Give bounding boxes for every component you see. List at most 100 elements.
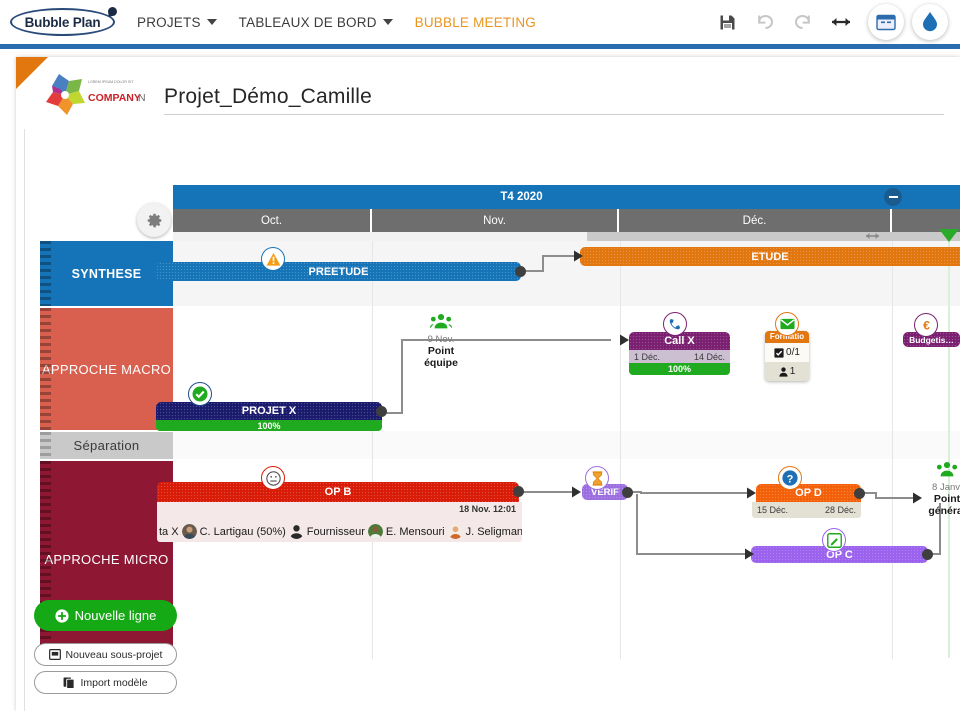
subproject-icon [49, 649, 61, 660]
save-button[interactable] [708, 7, 746, 37]
op-c-status-badge[interactable] [822, 528, 846, 552]
gear-icon [146, 212, 163, 229]
fit-width-button[interactable] [822, 7, 860, 37]
month-header-nov[interactable]: Nov. [372, 209, 619, 232]
nav-item-projets-label: PROJETS [137, 15, 201, 30]
op-b-end-handle[interactable] [513, 486, 524, 497]
plus-circle-icon [55, 609, 69, 623]
nav-item-bubble-meeting[interactable]: BUBBLE MEETING [415, 15, 536, 30]
milestone-point-equipe-date: 9 Nov. [406, 334, 476, 345]
gantt-bar-etude[interactable]: ETUDE [580, 247, 960, 266]
progress-label: 100% [257, 421, 280, 431]
verif-status-badge[interactable] [585, 466, 609, 490]
sidebar-row-separation-label: Séparation [74, 438, 140, 453]
import-template-button[interactable]: Import modèle [34, 671, 177, 694]
euro-icon: € [919, 318, 934, 333]
svg-text:€: € [923, 318, 930, 332]
people-icon [936, 461, 958, 477]
check-circle-icon [192, 386, 208, 402]
formation-status-badge[interactable] [775, 312, 799, 336]
op-c-end-handle[interactable] [922, 549, 933, 560]
nav-item-tableaux-de-bord[interactable]: TABLEAUX DE BORD [239, 15, 393, 30]
participant-name: J. Seligmann [466, 526, 522, 538]
task-card-checklist-value: 0/1 [786, 347, 800, 358]
month-label: Déc. [743, 215, 767, 227]
left-panel-rail [24, 129, 25, 711]
sidebar-row-approche-macro[interactable]: APPROCHE MACRO [40, 308, 173, 430]
task-card-formation[interactable]: Formatio 0/1 1 [765, 331, 809, 381]
sidebar-row-approche-macro-label: APPROCHE MACRO [42, 362, 171, 377]
preetude-status-badge[interactable] [261, 247, 285, 271]
company-logo: LOREM IPSUM DOLOR SIT COMPANY NAME [40, 71, 145, 119]
redo-button[interactable] [784, 7, 822, 37]
gantt-bar-budgetisation-label: Budgetis… [909, 335, 954, 345]
sidebar-row-synthese[interactable]: SYNTHESE [40, 241, 173, 306]
nav-item-tableaux-de-bord-label: TABLEAUX DE BORD [239, 15, 377, 30]
op-d-end-date: 28 Déc. [825, 505, 856, 515]
new-subproject-button[interactable]: Nouveau sous-projet [34, 643, 177, 666]
page-title[interactable]: Projet_Démo_Camille [164, 85, 944, 115]
gantt-bar-preetude[interactable]: PREETUDE [156, 262, 521, 281]
month-header-oct[interactable]: Oct. [173, 209, 372, 232]
milestone-point-general-name2: général [918, 505, 960, 517]
gantt-bar-call-x-progress: 100% [629, 363, 730, 375]
collapse-quarter-button[interactable] [884, 188, 902, 206]
timeline-resize-handle[interactable] [864, 229, 881, 247]
timeline-horizontal-scrollbar[interactable] [173, 232, 960, 241]
svg-text:COMPANY: COMPANY [88, 92, 141, 104]
milestone-point-equipe[interactable]: 9 Nov. Point équipe [406, 313, 476, 369]
gantt-bar-op-d-label: OP D [795, 487, 822, 499]
avatar [182, 524, 197, 539]
milestone-point-general[interactable]: 8 Janv. Point général [918, 461, 960, 517]
logo-dot-icon [107, 6, 117, 16]
calendar-view-button[interactable] [868, 4, 904, 40]
verif-end-handle[interactable] [622, 487, 633, 498]
gantt-bar-projet-x[interactable]: PROJET X [156, 402, 382, 420]
top-navigation-bar: Bubble Plan PROJETS TABLEAUX DE BORD BUB… [0, 0, 960, 44]
op-b-participants-strip: 18 Nov. 12:01 ta X C. Lartigau (50%) Fou… [157, 502, 522, 542]
import-template-button-label: Import modèle [80, 677, 147, 689]
op-d-start-date: 15 Déc. [757, 505, 788, 515]
month-label: Nov. [483, 215, 506, 227]
projet-x-end-handle[interactable] [376, 406, 387, 417]
undo-button[interactable] [746, 7, 784, 37]
gantt-bar-op-d[interactable]: OP D [756, 484, 861, 502]
undo-icon [755, 13, 775, 31]
nav-underline [0, 44, 960, 49]
horizontal-resize-icon [864, 230, 881, 242]
new-line-button-label: Nouvelle ligne [75, 608, 157, 623]
gantt-bar-etude-label: ETUDE [751, 251, 788, 263]
op-b-status-badge[interactable] [261, 466, 285, 490]
call-x-status-badge[interactable] [663, 312, 687, 336]
projet-x-status-badge[interactable] [188, 382, 212, 406]
warning-icon [266, 252, 281, 267]
minus-icon [889, 196, 898, 198]
new-line-button[interactable]: Nouvelle ligne [34, 600, 177, 631]
timeline-quarter-header[interactable]: T4 2020 [173, 185, 960, 209]
bubble-button[interactable] [912, 4, 948, 40]
svg-text:LOREM IPSUM DOLOR SIT: LOREM IPSUM DOLOR SIT [88, 80, 134, 84]
participant-list: ta X C. Lartigau (50%) Fournisseur E. Me… [157, 524, 522, 539]
project-header: LOREM IPSUM DOLOR SIT COMPANY NAME Proje… [16, 57, 960, 129]
bubble-plan-logo[interactable]: Bubble Plan [10, 8, 115, 36]
gantt-bar-op-b[interactable]: OP B [157, 482, 519, 502]
milestone-point-equipe-name: Point [406, 345, 476, 357]
people-icon [430, 313, 452, 329]
grid-column-line [372, 241, 373, 659]
budget-status-badge[interactable]: € [914, 313, 938, 337]
gantt-bar-projet-x-progress: 100% [156, 420, 382, 431]
op-d-end-handle[interactable] [854, 488, 865, 499]
task-card-checklist-row: 0/1 [765, 343, 809, 362]
preetude-end-handle[interactable] [515, 266, 526, 277]
op-d-status-badge[interactable]: ? [778, 466, 802, 490]
timeline-settings-button[interactable] [137, 203, 171, 237]
participant-truncated: ta X [159, 526, 179, 538]
sidebar-row-separation[interactable]: Séparation [40, 432, 173, 459]
grid-column-line [892, 241, 893, 659]
sidebar-row-approche-micro-label: APPROCHE MICRO [44, 552, 168, 567]
nav-item-bubble-meeting-label: BUBBLE MEETING [415, 15, 536, 30]
scrollbar-thumb[interactable] [587, 232, 960, 241]
nav-item-projets[interactable]: PROJETS [137, 15, 217, 30]
call-x-end-date: 14 Déc. [694, 352, 725, 362]
month-header-dec[interactable]: Déc. [619, 209, 892, 232]
